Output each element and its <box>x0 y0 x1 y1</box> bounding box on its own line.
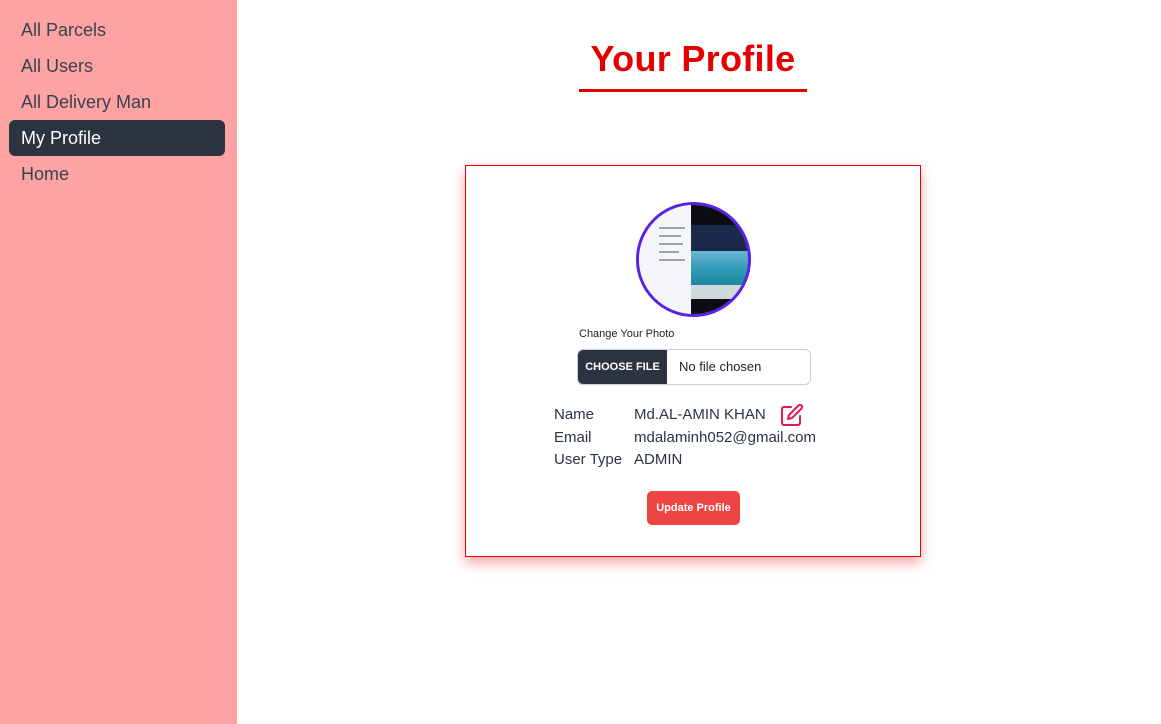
avatar <box>636 202 751 317</box>
title-underline <box>579 89 807 92</box>
avatar-detail <box>659 259 685 261</box>
sidebar: All Parcels All Users All Delivery Man M… <box>0 0 237 724</box>
email-label: Email <box>554 429 592 446</box>
change-photo-label: Change Your Photo <box>579 328 675 340</box>
page-title: Your Profile <box>590 38 796 79</box>
email-value: mdalaminh052@gmail.com <box>634 429 816 446</box>
file-status: No file chosen <box>679 359 762 374</box>
edit-icon[interactable] <box>780 403 804 427</box>
profile-card: Change Your Photo CHOOSE FILE No file ch… <box>465 165 921 557</box>
name-value: Md.AL-AMIN KHAN <box>634 406 766 423</box>
main-content: Your Profile Change Your Photo CHOOSE FI… <box>237 0 1161 724</box>
avatar-sand <box>691 285 748 299</box>
sidebar-item-all-delivery-man[interactable]: All Delivery Man <box>9 84 225 120</box>
avatar-detail <box>659 251 679 253</box>
avatar-detail <box>659 227 685 229</box>
choose-file-button[interactable]: CHOOSE FILE <box>578 350 667 384</box>
file-input[interactable]: CHOOSE FILE No file chosen <box>577 349 811 385</box>
user-type-value: ADMIN <box>634 451 683 468</box>
avatar-detail <box>659 243 683 245</box>
avatar-detail <box>659 235 681 237</box>
sidebar-item-home[interactable]: Home <box>9 156 225 192</box>
sidebar-item-all-users[interactable]: All Users <box>9 48 225 84</box>
avatar-bar <box>691 225 748 251</box>
update-profile-button[interactable]: Update Profile <box>647 491 740 525</box>
name-label: Name <box>554 406 595 423</box>
sidebar-item-all-parcels[interactable]: All Parcels <box>9 12 225 48</box>
user-type-label: User Type <box>554 451 623 468</box>
sidebar-item-my-profile[interactable]: My Profile <box>9 120 225 156</box>
